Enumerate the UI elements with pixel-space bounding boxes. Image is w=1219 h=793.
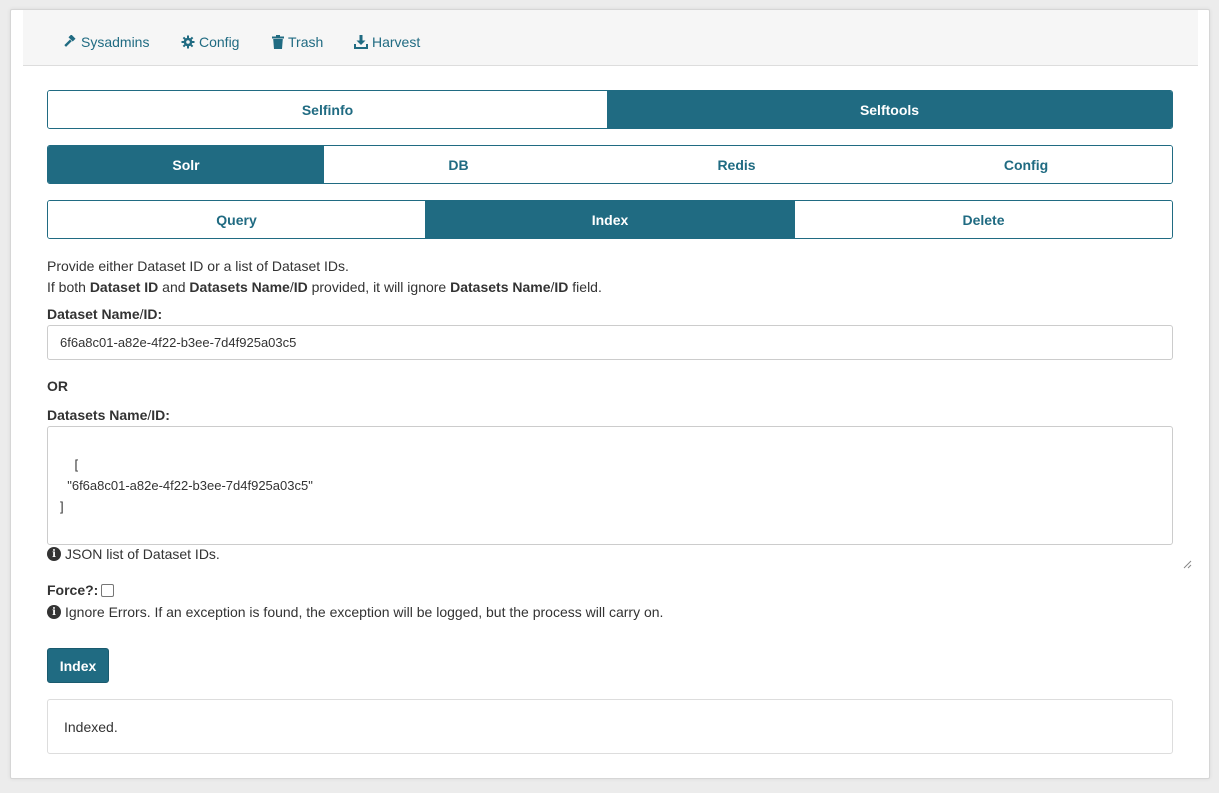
info-icon: i <box>47 605 61 619</box>
download-icon <box>354 35 368 49</box>
main-tabs: Selfinfo Selftools <box>47 90 1173 129</box>
trash-icon <box>272 35 284 49</box>
datasets-ids-value: [ "6f6a8c01-a82e-4f22-b3ee-7d4f925a03c5"… <box>60 457 313 514</box>
top-navigation: Sysadmins Config Trash Harvest <box>23 10 1198 66</box>
tab-index[interactable]: Index <box>425 201 795 238</box>
nav-config[interactable]: Config <box>181 34 239 50</box>
index-button[interactable]: Index <box>47 648 109 683</box>
tab-delete[interactable]: Delete <box>795 201 1172 238</box>
datasets-hint: i JSON list of Dataset IDs. <box>47 546 220 562</box>
force-label: Force?: <box>47 582 99 598</box>
tab-selfinfo[interactable]: Selfinfo <box>48 91 607 128</box>
action-tabs: Query Index Delete <box>47 200 1173 239</box>
gear-icon <box>181 35 195 49</box>
datasets-ids-textarea[interactable]: [ "6f6a8c01-a82e-4f22-b3ee-7d4f925a03c5"… <box>47 426 1192 569</box>
tab-query[interactable]: Query <box>48 201 425 238</box>
datasets-label: Datasets Name/ID: <box>47 407 170 423</box>
or-label: OR <box>47 378 68 394</box>
result-message: Indexed. <box>64 718 118 735</box>
help-line-2: If both Dataset ID and Datasets Name/ID … <box>47 279 602 295</box>
nav-sysadmins[interactable]: Sysadmins <box>63 34 149 50</box>
help-text: Provide either Dataset ID or a list of D… <box>47 256 602 298</box>
tab-db[interactable]: DB <box>324 146 593 183</box>
tab-config[interactable]: Config <box>880 146 1172 183</box>
dataset-label: Dataset Name/ID: <box>47 306 163 322</box>
result-box: Indexed. <box>47 699 1173 754</box>
main-panel: Sysadmins Config Trash Harvest Selfinfo … <box>10 9 1210 779</box>
nav-harvest[interactable]: Harvest <box>354 34 420 50</box>
force-hint: i Ignore Errors. If an exception is foun… <box>47 604 663 620</box>
force-row: Force?: <box>47 582 115 598</box>
resize-handle-icon[interactable] <box>1161 533 1192 569</box>
dataset-id-input[interactable]: 6f6a8c01-a82e-4f22-b3ee-7d4f925a03c5 <box>47 325 1173 360</box>
info-icon: i <box>47 547 61 561</box>
tab-selftools[interactable]: Selftools <box>607 91 1172 128</box>
nav-trash[interactable]: Trash <box>272 34 323 50</box>
force-checkbox[interactable] <box>101 583 115 597</box>
tool-tabs: Solr DB Redis Config <box>47 145 1173 184</box>
tab-redis[interactable]: Redis <box>593 146 880 183</box>
help-line-1: Provide either Dataset ID or a list of D… <box>47 258 349 274</box>
gavel-icon <box>63 35 77 49</box>
tab-solr[interactable]: Solr <box>48 146 324 183</box>
